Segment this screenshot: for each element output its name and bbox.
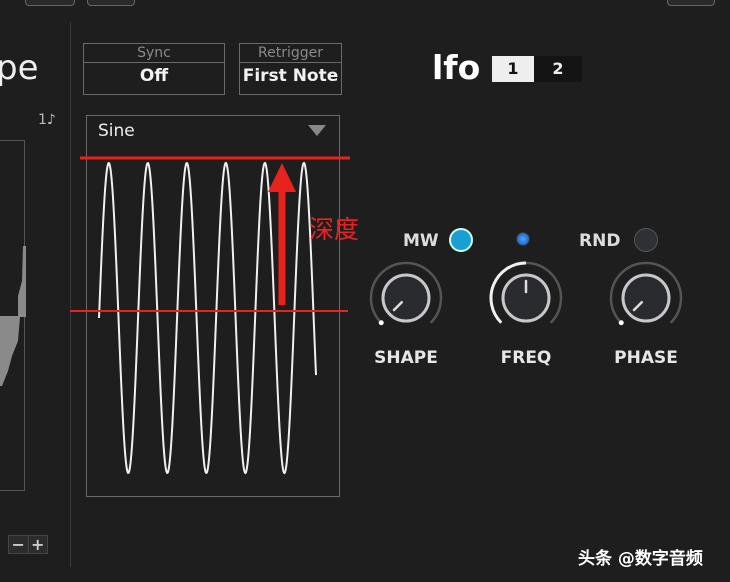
shape-knob[interactable] [381,273,431,323]
shape-knob-value-dot [378,320,384,326]
phase-label: PHASE [614,348,678,368]
shape-label: SHAPE [374,348,438,368]
knobs-layer [369,261,683,326]
phase-knob-value-dot [618,320,624,326]
watermark: 头条 @数字音频 [578,549,703,569]
phase-knob[interactable] [621,273,671,323]
freq-label: FREQ [500,348,552,368]
